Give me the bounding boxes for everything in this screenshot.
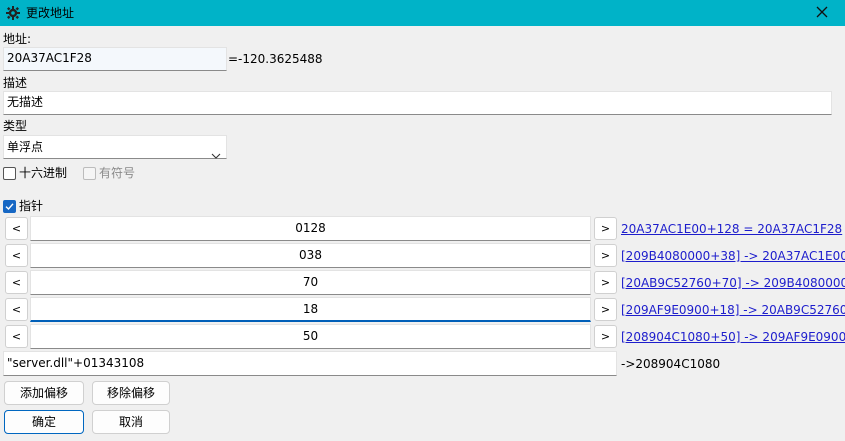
offset-input[interactable]: 70 (30, 270, 591, 295)
offset-link[interactable]: [208904C1080+50] -> 209AF9E0900 (621, 330, 845, 344)
offset-increment-button[interactable]: > (594, 271, 617, 294)
window-title: 更改地址 (26, 6, 75, 20)
title-bar[interactable]: 更改地址 (0, 0, 845, 26)
offset-link[interactable]: [209AF9E0900+18] -> 20AB9C52760 (621, 303, 845, 317)
offset-link[interactable]: [209B4080000+38] -> 20A37AC1E00 (621, 249, 845, 263)
address-label: 地址: (3, 32, 32, 46)
offset-decrement-button[interactable]: < (5, 271, 28, 294)
pointer-checkbox[interactable] (3, 199, 16, 213)
offset-decrement-button[interactable]: < (5, 325, 28, 348)
chevron-down-icon (211, 144, 221, 159)
type-selected-value: 单浮点 (7, 140, 44, 154)
hex-checkbox[interactable] (3, 166, 16, 180)
ok-button[interactable]: 确定 (4, 410, 84, 434)
offset-increment-button[interactable]: > (594, 298, 617, 321)
close-icon (816, 6, 828, 21)
close-button[interactable] (799, 0, 845, 26)
offset-input[interactable]: 18 (30, 297, 591, 322)
hex-checkbox-label: 十六进制 (19, 166, 68, 180)
offset-increment-button[interactable]: > (594, 244, 617, 267)
address-input[interactable]: 20A37AC1F28 (3, 47, 227, 71)
hex-checkbox-row[interactable]: 十六进制 (3, 166, 67, 180)
address-value-readout: =-120.3625488 (228, 52, 323, 66)
add-offset-button[interactable]: 添加偏移 (4, 381, 84, 405)
description-input[interactable]: 无描述 (3, 91, 832, 115)
change-address-dialog: 更改地址 地址: 20A37AC1F28 =-120.3625488 描述 无描… (0, 0, 845, 441)
cancel-button[interactable]: 取消 (92, 410, 170, 434)
description-label: 描述 (3, 76, 28, 90)
offset-decrement-button[interactable]: < (5, 298, 28, 321)
offset-increment-button[interactable]: > (594, 217, 617, 240)
offset-decrement-button[interactable]: < (5, 244, 28, 267)
gear-icon (5, 5, 21, 21)
base-address-result: ->208904C1080 (621, 357, 721, 371)
signed-checkbox (83, 166, 96, 180)
offset-input[interactable]: 038 (30, 243, 591, 268)
offset-link[interactable]: 20A37AC1E00+128 = 20A37AC1F28 (621, 222, 842, 236)
offset-input[interactable]: 50 (30, 324, 591, 349)
offset-increment-button[interactable]: > (594, 325, 617, 348)
type-select[interactable]: 单浮点 (3, 135, 227, 159)
signed-checkbox-label: 有符号 (99, 166, 136, 180)
remove-offset-button[interactable]: 移除偏移 (92, 381, 170, 405)
offset-input[interactable]: 0128 (30, 216, 591, 241)
pointer-checkbox-label: 指针 (19, 199, 44, 213)
signed-checkbox-row: 有符号 (83, 166, 135, 180)
check-icon (5, 202, 14, 210)
base-address-input[interactable]: "server.dll"+01343108 (3, 351, 617, 376)
type-label: 类型 (3, 119, 28, 133)
offset-decrement-button[interactable]: < (5, 217, 28, 240)
pointer-checkbox-row[interactable]: 指针 (3, 199, 43, 213)
offset-link[interactable]: [20AB9C52760+70] -> 209B4080000 (621, 276, 845, 290)
